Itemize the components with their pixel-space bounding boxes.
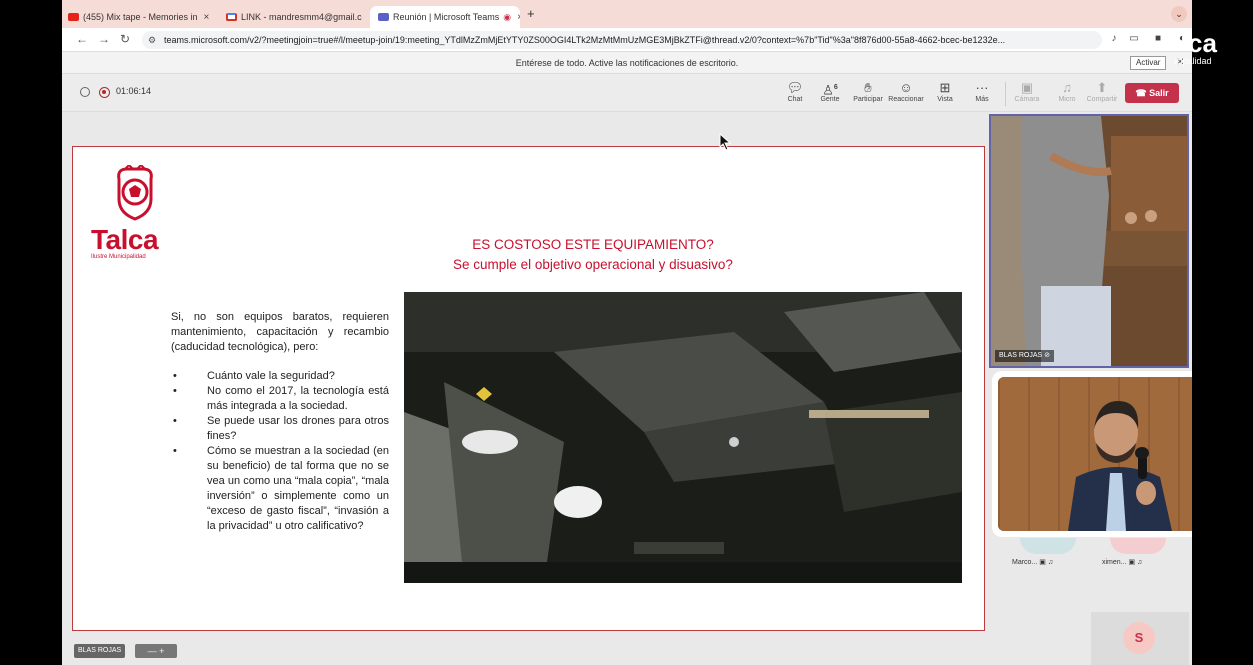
share-icon: ⬆ — [1096, 80, 1108, 95]
phone-icon: ☎ — [1135, 88, 1147, 98]
slide-title-line2: Se cumple el objetivo operacional y disu… — [453, 257, 733, 272]
tab-teams[interactable]: Reunión | Microsoft Teams ◉ × — [370, 6, 520, 28]
notification-bar: Entérese de todo. Active las notificacio… — [62, 52, 1192, 74]
watermark: ca icipalidad — [1174, 28, 1217, 66]
close-icon[interactable]: × — [204, 12, 210, 23]
participant-ximena[interactable]: ximen... ▣ ♫ — [1102, 538, 1182, 566]
bullet-list: Cuánto vale la seguridad? No como el 201… — [171, 369, 389, 534]
speaker-video-tile[interactable] — [992, 371, 1192, 537]
participant-marco[interactable]: Marco... ▣ ♫ — [1012, 538, 1092, 566]
mic-off-icon: ♫ — [1137, 559, 1143, 566]
stage-name-tag: BLAS ROJAS — [74, 644, 126, 658]
site-info-icon[interactable]: ⚙ — [148, 31, 156, 49]
tab-strip: (455) Mix tape - Memories in × LINK - ma… — [62, 0, 1192, 28]
slide-body: Si, no son equipos baratos, requieren ma… — [171, 310, 389, 534]
reload-icon[interactable]: ↻ — [120, 32, 130, 46]
shield-icon — [80, 87, 90, 97]
share-button[interactable]: ⬆ Compartir — [1077, 79, 1127, 109]
bullet-item: Cuánto vale la seguridad? — [171, 369, 389, 384]
chevron-down-icon[interactable]: ⌄ — [1171, 6, 1187, 22]
camera-off-icon: ▣ — [1039, 559, 1046, 566]
profile-icon[interactable]: ◐ — [1176, 33, 1188, 45]
people-count-badge: 6 — [833, 84, 838, 91]
forward-icon[interactable]: → — [98, 32, 110, 46]
logo-subtitle: Ilustre Municipalidad — [91, 254, 146, 260]
slide-title: ES COSTOSO ESTE EQUIPAMIENTO? Se cumple … — [313, 235, 873, 275]
new-tab-icon[interactable]: + — [527, 6, 535, 21]
camera-off-icon: ▣ — [1128, 559, 1136, 566]
leave-button[interactable]: ☎ Salir — [1125, 83, 1179, 103]
navigation-bar: ← → ↻ ⚙ teams.microsoft.com/v2/?meetingj… — [62, 28, 1192, 52]
mic-off-icon: ♫ — [1047, 559, 1054, 566]
slide-title-line1: ES COSTOSO ESTE EQUIPAMIENTO? — [472, 237, 714, 252]
browser-window: (455) Mix tape - Memories in × LINK - ma… — [62, 0, 1192, 665]
extension-icon[interactable]: ■ — [1152, 33, 1164, 45]
tab-gmail[interactable]: LINK - mandresmm4@gmail.c × — [226, 6, 366, 28]
shared-slide: Talca Ilustre Municipalidad ES COSTOSO E… — [72, 146, 985, 631]
more-button[interactable]: ··· Más — [957, 79, 1007, 109]
activate-notifications-button[interactable]: Activar — [1130, 56, 1167, 70]
aerial-scene-image — [404, 292, 962, 583]
mouse-cursor-icon — [719, 133, 732, 151]
speaker-video-frame — [998, 377, 1192, 531]
youtube-icon — [68, 13, 79, 21]
crest-icon — [117, 163, 153, 221]
close-icon[interactable]: × — [517, 12, 520, 23]
avatar: S — [1123, 622, 1155, 654]
tab-label: Reunión | Microsoft Teams — [393, 12, 500, 22]
more-label: Más — [975, 96, 989, 103]
tab-label: (455) Mix tape - Memories in — [83, 12, 198, 22]
talca-logo: Talca Ilustre Municipalidad — [91, 163, 181, 260]
bullet-item: Se puede usar los drones para otros fine… — [171, 414, 389, 444]
share-label: Compartir — [1086, 96, 1118, 103]
night-aerial-photo — [404, 292, 962, 583]
mic-icon[interactable]: ♪ — [1108, 33, 1120, 45]
leave-label: Salir — [1149, 88, 1169, 98]
recording-icon — [99, 87, 110, 98]
watermark-text-small: icipalidad — [1174, 56, 1212, 66]
back-icon[interactable]: ← — [76, 32, 88, 46]
mic-off-icon: ⊘ — [1044, 352, 1051, 359]
teams-icon — [378, 13, 389, 21]
zoom-out-button[interactable]: — — [148, 646, 157, 656]
logo-name: Talca — [91, 224, 159, 255]
participant-name: BLAS ROJAS — [999, 352, 1043, 359]
meeting-toolbar: 01:06:14 💬︎ Chat ♙6 Gente ✋︎ Participar … — [62, 74, 1192, 112]
participant-video-frame — [991, 116, 1187, 366]
bullet-item: Cómo se muestran a la sociedad (en su be… — [171, 444, 389, 534]
speaker-video — [998, 377, 1192, 531]
address-bar[interactable]: ⚙ teams.microsoft.com/v2/?meetingjoin=tr… — [142, 31, 1102, 49]
meeting-timer: 01:06:14 — [116, 86, 152, 96]
zoom-control[interactable]: — + — [135, 644, 177, 658]
avatar — [1110, 538, 1166, 554]
self-view-tile[interactable]: S — [1091, 612, 1189, 665]
more-icon: ··· — [975, 80, 989, 95]
avatar — [1020, 538, 1076, 554]
participant-name: Marco... — [1012, 559, 1038, 566]
notification-text: Entérese de todo. Active las notificacio… — [515, 58, 739, 68]
url-text: teams.microsoft.com/v2/?meetingjoin=true… — [164, 35, 1006, 45]
participant-name: ximen... — [1102, 559, 1127, 566]
tab-youtube[interactable]: (455) Mix tape - Memories in × — [68, 6, 218, 28]
tab-label: LINK - mandresmm4@gmail.c — [241, 12, 362, 22]
watermark-text-large: ca — [1188, 28, 1217, 58]
slide-intro: Si, no son equipos baratos, requieren ma… — [171, 311, 389, 353]
recording-icon: ◉ — [503, 11, 512, 22]
zoom-in-button[interactable]: + — [159, 646, 164, 656]
gmail-icon — [226, 13, 237, 21]
participant-video-blas-rojas[interactable]: BLAS ROJAS ⊘ — [989, 114, 1189, 368]
bullet-item: No como el 2017, la tecnología está más … — [171, 384, 389, 414]
participant-name-tag: BLAS ROJAS ⊘ — [995, 350, 1055, 362]
cast-icon[interactable]: ▭ — [1128, 33, 1140, 45]
